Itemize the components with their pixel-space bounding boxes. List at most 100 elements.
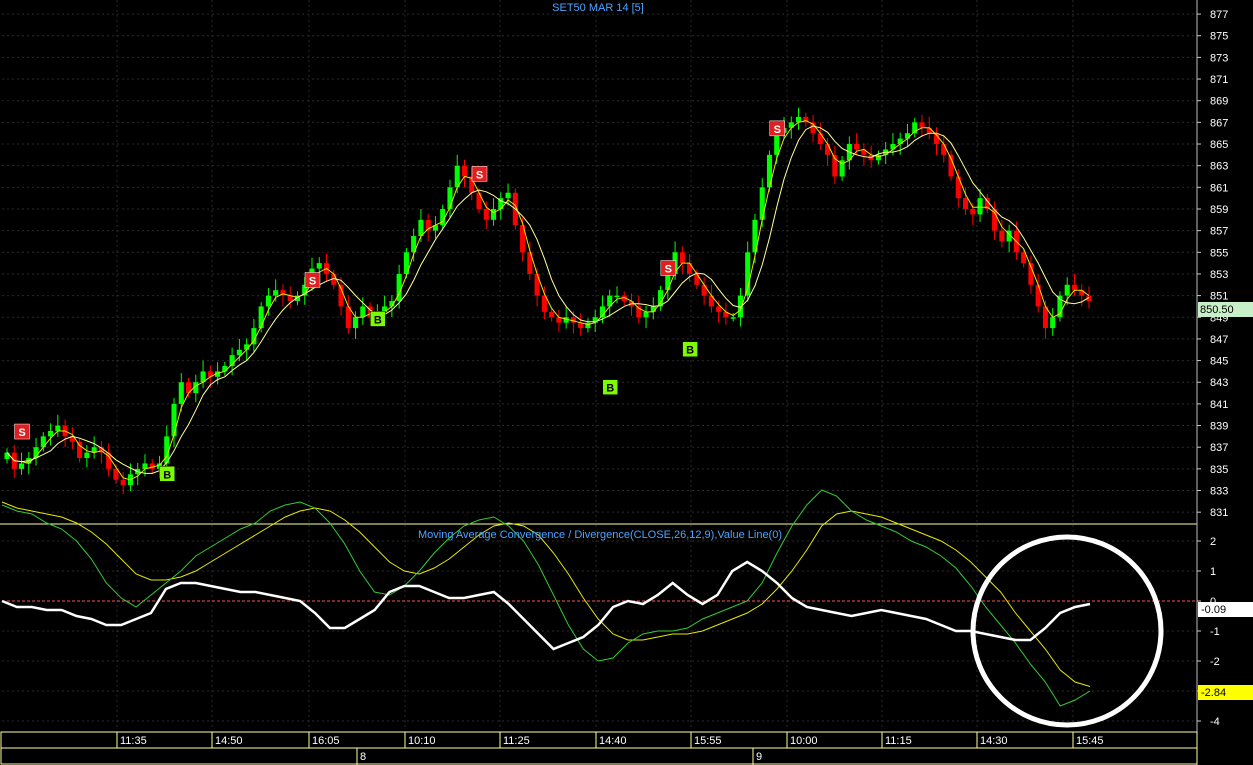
signal-label: S <box>476 169 483 181</box>
grid <box>0 0 1197 730</box>
price-tick-label: 851 <box>1210 291 1228 303</box>
price-tick-label: 855 <box>1210 247 1228 259</box>
macd-last-tag: -2.84 <box>1198 685 1253 700</box>
time-label: 14:30 <box>980 735 1008 747</box>
candle-body <box>643 311 649 318</box>
candle-body <box>273 290 279 296</box>
candle-body <box>774 133 780 155</box>
candle-body <box>222 365 228 372</box>
signal-label: S <box>18 427 25 439</box>
candle-body <box>447 187 453 209</box>
price-tick-label: 867 <box>1210 117 1228 129</box>
signal-label: S <box>774 124 781 136</box>
sell-signal: S <box>304 272 321 288</box>
signal-label: B <box>606 383 614 395</box>
signal-label: B <box>163 469 171 481</box>
candle-body <box>854 144 860 150</box>
trade-signals: S B S B S B S B S <box>14 120 785 482</box>
candle-body <box>265 295 271 307</box>
candle-body <box>236 349 242 356</box>
price-tick-label: 831 <box>1210 507 1228 519</box>
time-label: 11:35 <box>120 735 147 747</box>
price-tick-label: 841 <box>1210 399 1228 411</box>
price-tick-label: 853 <box>1210 269 1228 281</box>
candle-body <box>1064 284 1070 296</box>
price-tick-label: 843 <box>1210 377 1228 389</box>
price-tick-label: 863 <box>1210 161 1228 173</box>
ma-slow-line <box>6 125 1090 474</box>
value-last-label: -0.09 <box>1201 604 1226 616</box>
signal-label: S <box>309 275 316 287</box>
day-axis-box <box>0 747 1198 765</box>
candle-body <box>534 273 540 296</box>
candle-body <box>258 306 264 329</box>
time-label: 11:15 <box>885 735 912 747</box>
candle-body <box>4 452 10 460</box>
candle-body <box>1050 317 1056 329</box>
macd-last-label: -2.84 <box>1201 687 1226 699</box>
candle-body <box>178 382 184 404</box>
candle-body <box>171 403 177 437</box>
value-last-tag: -0.09 <box>1198 602 1253 617</box>
price-tick-label: 839 <box>1210 421 1228 433</box>
candle-body <box>1071 284 1078 291</box>
candle-body <box>701 284 707 296</box>
candle-body <box>360 306 366 318</box>
candle-body <box>614 295 620 298</box>
candle-body <box>353 317 359 329</box>
candle-body <box>1035 284 1041 307</box>
candle-body <box>55 425 61 431</box>
sell-signal: S <box>769 120 785 137</box>
buy-signal: B <box>682 341 698 357</box>
candle-body <box>817 133 823 145</box>
price-tick-label: 865 <box>1210 139 1228 151</box>
candle-body <box>766 154 773 188</box>
candle-body <box>316 263 322 269</box>
last-price-tag: 850.50 <box>1198 302 1253 317</box>
chart-canvas[interactable]: SBSBSBSBS 831833835837839841843845847849… <box>0 0 1253 765</box>
candle-body <box>120 479 126 486</box>
price-tick-label: 847 <box>1210 334 1228 346</box>
candle-body <box>490 208 497 220</box>
candle-body <box>963 198 969 209</box>
candle-body <box>999 230 1005 242</box>
candle-body <box>84 452 90 459</box>
macd-tick-label: -2 <box>1210 656 1220 668</box>
candle-body <box>461 165 468 177</box>
last-price-label: 850.50 <box>1200 304 1234 316</box>
price-tick-label: 837 <box>1210 442 1228 454</box>
day-label: 8 <box>360 751 366 763</box>
candle-body <box>977 198 983 215</box>
candle-body <box>77 441 83 459</box>
candle-body <box>941 144 947 155</box>
time-label: 10:00 <box>790 735 818 747</box>
sell-signal: S <box>14 423 30 440</box>
sell-signal: S <box>471 166 488 182</box>
price-tick-label: 833 <box>1210 486 1228 498</box>
price-tick-label: 859 <box>1210 204 1228 216</box>
time-label: 14:50 <box>215 735 243 747</box>
candle-body <box>665 273 671 291</box>
price-tick-label: 845 <box>1210 356 1228 368</box>
buy-signal: B <box>602 379 618 395</box>
price-axis: 8318338358378398418438458478498518538558… <box>1196 0 1228 765</box>
buy-signal: B <box>370 311 386 327</box>
macd-tick-label: -4 <box>1210 716 1220 728</box>
candle-body <box>970 208 976 215</box>
price-tick-label: 857 <box>1210 226 1228 238</box>
candle-body <box>904 133 910 139</box>
price-tick-label: 877 <box>1210 9 1228 21</box>
candle-body <box>549 311 555 318</box>
candle-body <box>505 192 511 199</box>
candle-body <box>48 430 54 437</box>
macd-tick-label: 2 <box>1210 536 1216 548</box>
signal-label: B <box>686 345 694 357</box>
candle-body <box>825 144 831 155</box>
candle-body <box>926 127 932 134</box>
candle-body <box>694 273 700 285</box>
candle-body <box>679 252 685 264</box>
macd-tick-label: 1 <box>1210 566 1216 578</box>
price-tick-label: 835 <box>1210 464 1228 476</box>
time-label: 15:55 <box>694 735 722 747</box>
macd-tick-label: -1 <box>1210 626 1220 638</box>
